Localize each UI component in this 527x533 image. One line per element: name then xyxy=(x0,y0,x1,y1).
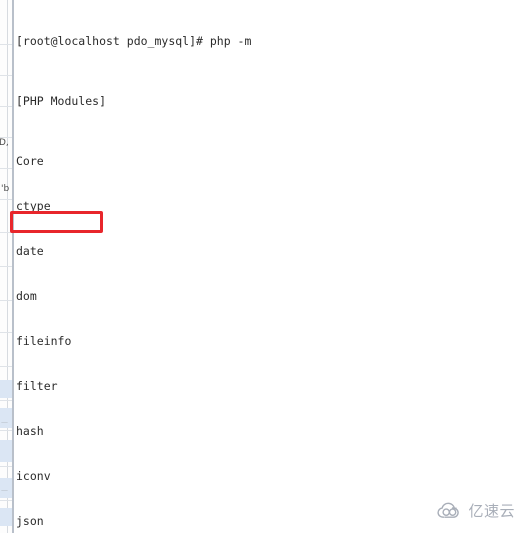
terminal-window[interactable]: [root@localhost pdo_mysql]# php -m [PHP … xyxy=(14,0,527,533)
module-line: fileinfo xyxy=(16,334,72,348)
module-line: hash xyxy=(16,424,44,438)
terminal-output: [root@localhost pdo_mysql]# php -m [PHP … xyxy=(16,0,251,533)
module-line: ctype xyxy=(16,199,51,213)
module-line: dom xyxy=(16,289,37,303)
terminal-prompt-line: [root@localhost pdo_mysql]# php -m xyxy=(16,34,252,48)
background-row-highlight xyxy=(0,440,12,462)
background-row-highlight xyxy=(0,508,12,526)
module-line: Core xyxy=(16,154,44,168)
background-row-divider xyxy=(0,232,12,233)
background-window-strip: D, 'b — — xyxy=(0,0,14,533)
module-line: iconv xyxy=(16,469,51,483)
module-line: filter xyxy=(16,379,58,393)
background-text-fragment: 'b xyxy=(1,184,10,194)
background-faint-mark: — xyxy=(1,486,8,494)
watermark-text: 亿速云 xyxy=(468,502,515,520)
background-row-highlight xyxy=(0,380,12,398)
background-row-divider xyxy=(0,168,12,169)
background-row-divider xyxy=(0,44,12,45)
screenshot-root: D, 'b — — [root@localhost pdo_mysql]# ph… xyxy=(0,0,527,533)
module-line: json xyxy=(16,514,44,528)
cloud-icon xyxy=(437,502,460,518)
watermark: 亿速云 xyxy=(437,500,515,521)
php-modules-header: [PHP Modules] xyxy=(16,94,107,108)
background-row-divider xyxy=(0,75,12,76)
background-row-divider xyxy=(0,300,12,301)
background-row-divider xyxy=(0,466,12,467)
background-row-divider xyxy=(0,332,12,333)
background-row-divider xyxy=(0,266,12,267)
background-row-divider xyxy=(0,199,12,200)
background-text-fragment: D, xyxy=(0,138,9,148)
background-row-divider xyxy=(0,400,12,401)
background-row-divider xyxy=(0,500,12,501)
background-row-divider xyxy=(0,106,12,107)
module-line: date xyxy=(16,244,44,258)
background-row-divider xyxy=(0,366,12,367)
background-row-divider xyxy=(0,430,12,431)
background-faint-mark: — xyxy=(1,418,8,426)
